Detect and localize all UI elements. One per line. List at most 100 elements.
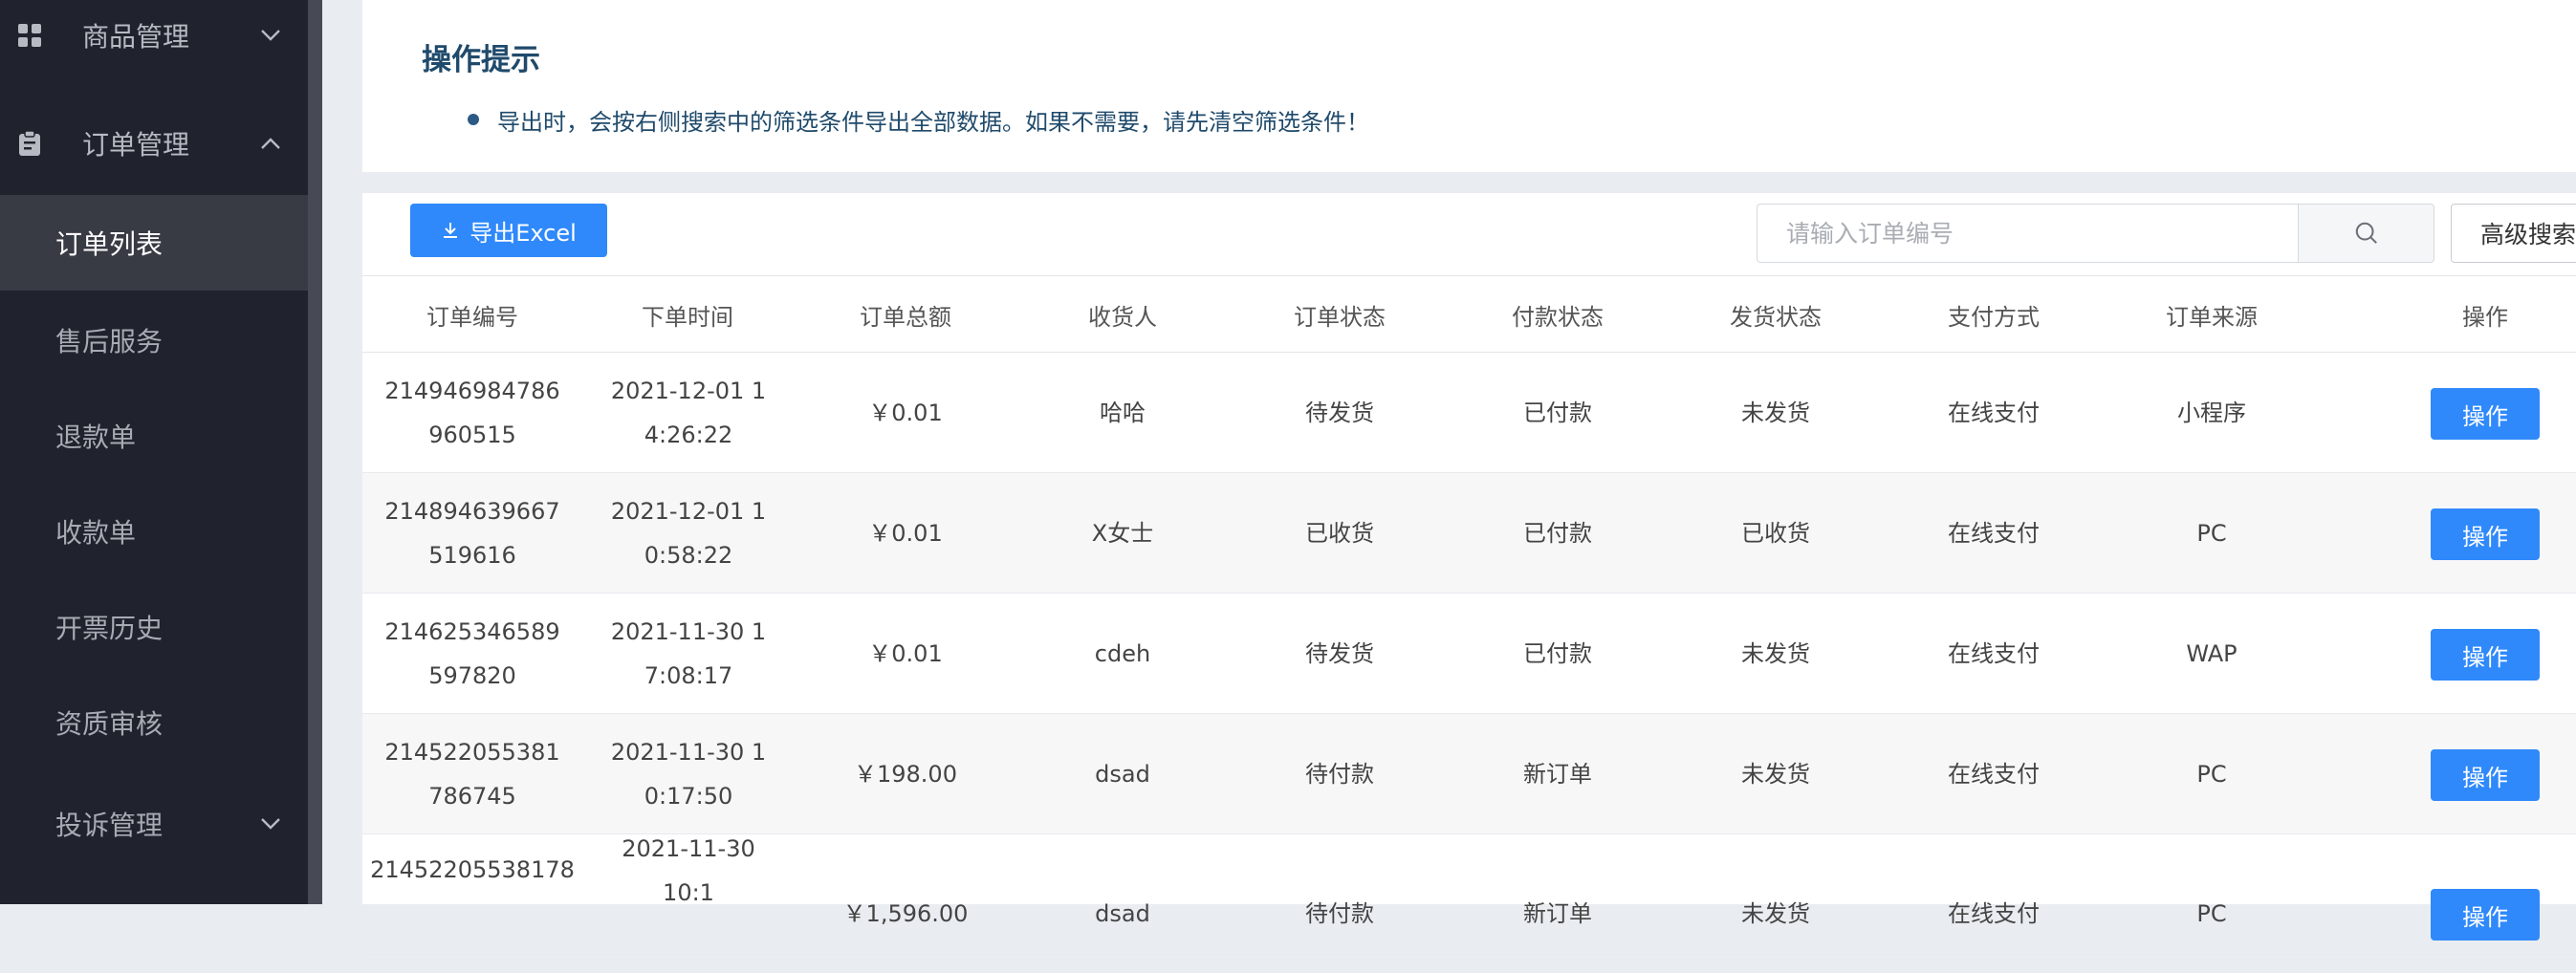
column-header: 操作 [2462, 303, 2508, 331]
export-excel-label: 导出Excel [469, 219, 577, 247]
order-source: PC [2196, 899, 2227, 927]
order-status: 待发货 [1305, 639, 1374, 667]
receiver: 哈哈 [1100, 399, 1146, 426]
order-total: ￥0.01 [868, 399, 943, 426]
operate-button[interactable]: 操作 [2431, 749, 2540, 801]
sidebar-item-refund[interactable]: 退款单 [0, 388, 308, 484]
sidebar-item-invoice-history[interactable]: 开票历史 [0, 579, 308, 675]
clipboard-icon [19, 130, 40, 156]
column-header: 订单总额 [860, 303, 951, 331]
sidebar-item-qualification[interactable]: 资质审核 [0, 675, 308, 770]
column-header: 订单来源 [2166, 303, 2258, 331]
sidebar-item-label: 投诉管理 [55, 810, 164, 841]
sidebar-item-label: 售后服务 [55, 326, 164, 357]
sidebar-item-label: 订单列表 [55, 228, 164, 260]
sidebar-scrollbar[interactable] [308, 0, 322, 904]
order-number: 214625346589597820 [384, 617, 560, 689]
advanced-search-button[interactable]: 高级搜索 [2451, 204, 2576, 263]
chevron-down-icon [261, 818, 280, 830]
pay-status: 新订单 [1523, 899, 1592, 927]
search-icon [2355, 222, 2377, 244]
order-total: ￥1,596.00 [842, 899, 969, 927]
ship-status: 已收货 [1741, 519, 1810, 547]
table-row: 214946984786960515 2021-12-01 14:26:22 ￥… [362, 353, 2576, 473]
column-header: 收货人 [1088, 303, 1157, 331]
receiver: X女士 [1091, 519, 1154, 547]
sidebar-item-receipt[interactable]: 收款单 [0, 484, 308, 579]
sidebar: 商品管理 订单管理 订单列表 售后服务 退款单 收款单 开票历史 资质审核 投诉… [0, 0, 308, 904]
pay-status: 新订单 [1523, 760, 1592, 788]
order-status: 待付款 [1305, 760, 1374, 788]
pay-method: 在线支付 [1948, 760, 2040, 788]
column-header: 付款状态 [1512, 303, 1604, 331]
order-status: 待付款 [1305, 899, 1374, 927]
pay-status: 已付款 [1523, 399, 1592, 426]
column-header: 下单时间 [642, 303, 733, 331]
receiver: dsad [1095, 760, 1150, 788]
download-icon [444, 223, 458, 238]
order-total: ￥198.00 [854, 760, 957, 788]
sidebar-item-order-list[interactable]: 订单列表 [0, 195, 308, 291]
pay-method: 在线支付 [1948, 519, 2040, 547]
chevron-up-icon [261, 138, 280, 149]
tip-text: 导出时，会按右侧搜索中的筛选条件导出全部数据。如果不需要，请先清空筛选条件！ [497, 109, 1369, 136]
order-total: ￥0.01 [868, 519, 943, 547]
table-row: 214522055381786745 2021-11-30 10:17:50 ￥… [362, 714, 2576, 834]
column-header: 订单状态 [1294, 303, 1386, 331]
sidebar-item-label: 收款单 [55, 517, 137, 549]
order-time: 2021-12-01 14:26:22 [610, 377, 767, 448]
order-time: 2021-11-30 17:08:17 [610, 617, 767, 689]
sidebar-item-label: 退款单 [55, 422, 137, 453]
pay-method: 在线支付 [1948, 899, 2040, 927]
ship-status: 未发货 [1741, 760, 1810, 788]
ship-status: 未发货 [1741, 899, 1810, 927]
order-number: 214946984786960515 [384, 377, 560, 448]
order-status: 待发货 [1305, 399, 1374, 426]
order-source: WAP [2186, 639, 2238, 667]
order-time: 2021-11-30 10:1 [622, 834, 755, 906]
table-row: 21452205538178 2021-11-30 10:1 ￥1,596.00… [362, 834, 2576, 955]
order-number-search-input[interactable] [1757, 204, 2298, 263]
order-source: PC [2196, 760, 2227, 788]
order-table-panel: 导出Excel 高级搜索 订单编号 下单时间 订单总额 收货人 订单状态 付款状… [362, 193, 2576, 955]
ship-status: 未发货 [1741, 399, 1810, 426]
pay-method: 在线支付 [1948, 399, 2040, 426]
order-number: 21452205538178 [370, 856, 575, 883]
order-time: 2021-12-01 10:58:22 [610, 497, 767, 569]
sidebar-item-after-sales[interactable]: 售后服务 [0, 292, 308, 388]
order-number: 214522055381786745 [384, 738, 560, 810]
table-row: 214625346589597820 2021-11-30 17:08:17 ￥… [362, 594, 2576, 714]
operate-button[interactable]: 操作 [2431, 388, 2540, 440]
tip-panel: 操作提示 导出时，会按右侧搜索中的筛选条件导出全部数据。如果不需要，请先清空筛选… [362, 0, 2576, 172]
pay-method: 在线支付 [1948, 639, 2040, 667]
ship-status: 未发货 [1741, 639, 1810, 667]
export-excel-button[interactable]: 导出Excel [410, 204, 607, 257]
grid-icon [18, 24, 41, 47]
menu-group-complaints[interactable]: 投诉管理 [0, 776, 308, 872]
operate-button[interactable]: 操作 [2431, 508, 2540, 560]
table-row: 214894639667519616 2021-12-01 10:58:22 ￥… [362, 473, 2576, 594]
column-header: 支付方式 [1948, 303, 2040, 331]
chevron-down-icon [261, 30, 280, 41]
receiver: cdeh [1094, 639, 1151, 667]
order-number: 214894639667519616 [384, 497, 560, 569]
pay-status: 已付款 [1523, 639, 1592, 667]
main-content: 操作提示 导出时，会按右侧搜索中的筛选条件导出全部数据。如果不需要，请先清空筛选… [322, 0, 2576, 955]
order-total: ￥0.01 [868, 639, 943, 667]
sidebar-item-label: 开票历史 [55, 613, 164, 644]
order-source: 小程序 [2177, 399, 2246, 426]
order-status: 已收货 [1305, 519, 1374, 547]
receiver: dsad [1095, 899, 1150, 927]
column-header: 发货状态 [1730, 303, 1822, 331]
pay-status: 已付款 [1523, 519, 1592, 547]
sidebar-item-label: 资质审核 [55, 708, 164, 740]
search-button[interactable] [2298, 204, 2434, 263]
operate-button[interactable]: 操作 [2431, 629, 2540, 681]
menu-group-label: 订单管理 [82, 129, 190, 161]
menu-group-goods[interactable]: 商品管理 [0, 0, 308, 83]
column-header: 订单编号 [426, 303, 518, 331]
order-time: 2021-11-30 10:17:50 [610, 738, 767, 810]
bullet-dot [468, 114, 479, 125]
operate-button[interactable]: 操作 [2431, 889, 2540, 941]
menu-group-orders[interactable]: 订单管理 [0, 96, 308, 191]
